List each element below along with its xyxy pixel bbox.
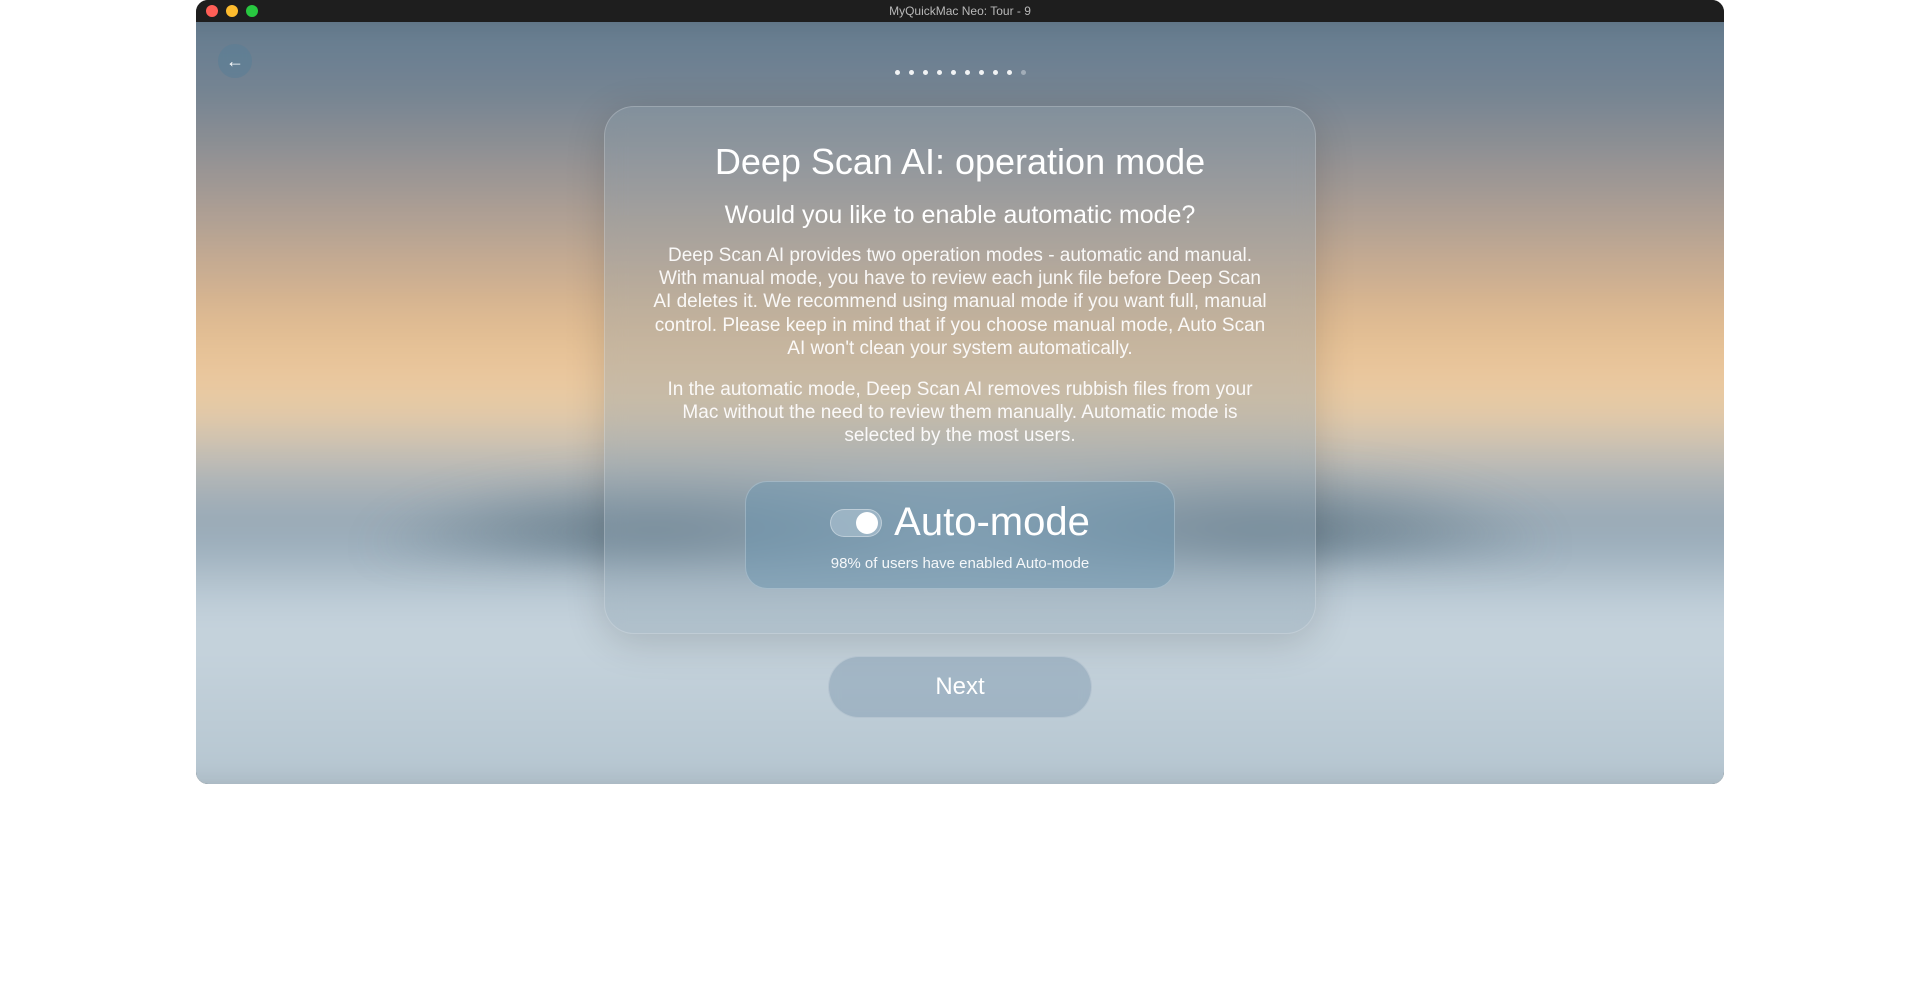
- page-dot[interactable]: [1021, 70, 1026, 75]
- auto-mode-toggle[interactable]: [830, 509, 882, 537]
- card-paragraph-2: In the automatic mode, Deep Scan AI remo…: [651, 378, 1269, 448]
- page-dot[interactable]: [895, 70, 900, 75]
- card-paragraph-1: Deep Scan AI provides two operation mode…: [651, 244, 1269, 360]
- page-dot[interactable]: [909, 70, 914, 75]
- toggle-knob: [856, 512, 878, 534]
- content-area: ← Deep Scan AI: operation mode Would you…: [196, 22, 1724, 784]
- tour-card: Deep Scan AI: operation mode Would you l…: [604, 106, 1316, 634]
- auto-mode-label: Auto-mode: [894, 500, 1090, 545]
- page-dot[interactable]: [923, 70, 928, 75]
- card-heading: Deep Scan AI: operation mode: [651, 141, 1269, 183]
- window-title: MyQuickMac Neo: Tour - 9: [196, 4, 1724, 18]
- auto-mode-panel: Auto-mode 98% of users have enabled Auto…: [745, 481, 1175, 589]
- app-window: MyQuickMac Neo: Tour - 9 ← Deep Scan AI:…: [196, 0, 1724, 784]
- auto-mode-subtext: 98% of users have enabled Auto-mode: [770, 555, 1150, 572]
- page-dot[interactable]: [965, 70, 970, 75]
- page-indicator: [196, 70, 1724, 75]
- page-dot[interactable]: [993, 70, 998, 75]
- next-button[interactable]: Next: [828, 656, 1092, 718]
- fullscreen-window-button[interactable]: [246, 5, 258, 17]
- window-controls: [196, 5, 258, 17]
- page-dot[interactable]: [979, 70, 984, 75]
- page-dot[interactable]: [951, 70, 956, 75]
- page-dot[interactable]: [937, 70, 942, 75]
- arrow-left-icon: ←: [226, 51, 244, 72]
- card-subheading: Would you like to enable automatic mode?: [651, 201, 1269, 230]
- next-button-label: Next: [935, 673, 984, 701]
- titlebar: MyQuickMac Neo: Tour - 9: [196, 0, 1724, 22]
- page-dot[interactable]: [1007, 70, 1012, 75]
- auto-mode-row: Auto-mode: [770, 500, 1150, 545]
- close-window-button[interactable]: [206, 5, 218, 17]
- minimize-window-button[interactable]: [226, 5, 238, 17]
